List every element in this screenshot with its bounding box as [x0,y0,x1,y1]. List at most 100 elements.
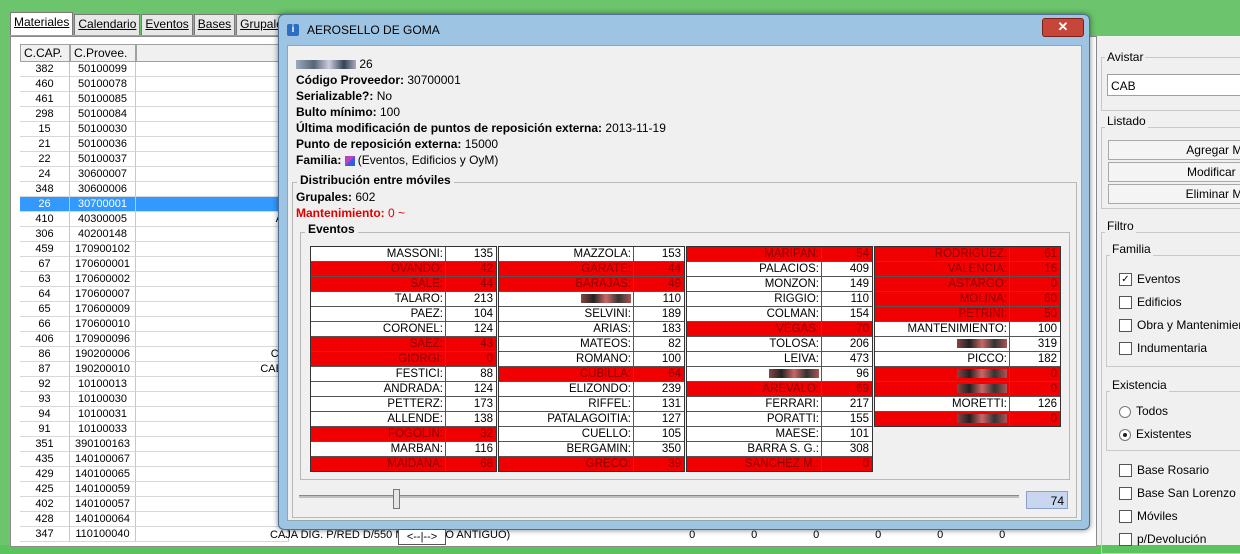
grid-header: C.CAP. C.Provee. [20,44,291,62]
table-row[interactable]: 460 50100078 [20,77,289,92]
cell-description [136,377,289,392]
familia-option-label: Edificios [1137,295,1182,309]
checkbox-icon[interactable]: ✓ [1119,273,1132,287]
modificar-button[interactable]: Modificar M [1108,162,1240,182]
table-row[interactable]: 459 170900102 [20,242,289,257]
movil-row: SALE: 44 [311,277,496,292]
column-header-cprovee[interactable]: C.Provee. [70,44,136,62]
table-row[interactable]: 382 50100099 [20,62,289,77]
base-option[interactable]: Móviles [1119,509,1178,524]
table-row[interactable]: 87 190200010 CABI [20,362,289,377]
tab-materiales[interactable]: Materiales [10,12,74,35]
table-row[interactable]: 94 10100031 [20,407,289,422]
familia-option[interactable]: Edificios [1119,295,1182,310]
tab-bases[interactable]: Bases [193,14,236,35]
table-row[interactable]: 26 30700001 [20,197,289,212]
base-option[interactable]: p/Devolución [1119,532,1206,547]
movil-value: 82 [668,338,681,350]
table-row[interactable]: 406 170900096 [20,332,289,347]
checkbox-icon[interactable] [1119,342,1132,356]
base-option[interactable]: Base San Lorenzo [1119,486,1236,501]
table-row[interactable]: 15 50100030 [20,122,289,137]
checkbox-icon[interactable] [1119,487,1132,501]
movil-name: SELVINI: [499,307,634,321]
movil-name: MASSONI: [311,247,446,261]
table-row[interactable]: 92 10100013 [20,377,289,392]
table-row[interactable]: 347 110100040 [20,527,289,542]
table-row[interactable]: 429 140100065 [20,467,289,482]
table-row[interactable]: 65 170600009 [20,302,289,317]
table-row[interactable]: 21 50100036 [20,137,289,152]
zoom-slider-thumb[interactable] [393,489,400,509]
table-row[interactable]: 24 30600007 [20,167,289,182]
movil-row: ANDRADA: 124 [311,382,496,397]
column-header-desc[interactable] [136,44,291,62]
movil-value: 153 [661,248,681,260]
eliminar-button[interactable]: Eliminar Ma [1108,184,1240,204]
column-header-ccap[interactable]: C.CAP. [20,44,70,62]
close-button[interactable]: ✕ [1042,18,1084,37]
existencia-option[interactable]: Todos [1119,404,1168,418]
movil-value: 0 [1050,278,1057,290]
familia-option[interactable]: Obra y Mantenimier [1119,318,1240,333]
table-row[interactable]: 86190200006CA [20,347,289,362]
movil-name [875,412,1010,426]
checkbox-icon[interactable] [1119,533,1132,547]
movil-name: MAZZOLA: [499,247,634,261]
table-row[interactable]: 425 140100059 [20,482,289,497]
table-row[interactable]: 402140100057C [20,497,289,512]
table-row[interactable]: 66 170600010 [20,317,289,332]
movil-name: BARRA S. G.: [687,442,822,456]
familia-option[interactable]: Indumentaria [1119,341,1207,356]
avistar-input[interactable]: CAB [1107,74,1240,96]
tab-calendario[interactable]: Calendario [74,14,141,35]
table-row[interactable]: 63 170600002 [20,272,289,287]
cell-description: AI [136,212,289,227]
table-row[interactable]: 461 50100085 [20,92,289,107]
cell-ccap: 22 [20,152,70,167]
table-row[interactable]: 348 30600006 [20,182,289,197]
table-row[interactable]: 428 140100064 [20,512,289,527]
movil-name: CUELLO: [499,427,634,441]
zoom-slider-track[interactable] [299,495,1019,498]
checkbox-icon[interactable] [1119,296,1132,310]
checkbox-icon[interactable] [1119,510,1132,524]
table-row[interactable]: 41040300005AI [20,212,289,227]
movil-row: PAEZ: 104 [311,307,496,322]
grupales-line: Grupales: 602 [296,190,375,204]
movil-name: MANTENIMIENTO: [875,322,1010,336]
table-row[interactable]: 306 40200148 [20,227,289,242]
radio-icon[interactable] [1119,405,1131,418]
main-tabs: Materiales Calendario Eventos Bases Grup… [10,12,294,36]
checkbox-icon[interactable] [1119,464,1132,478]
table-row[interactable]: 93 10100030 [20,392,289,407]
cell-description [136,467,289,482]
cell-cprovee: 140100064 [70,512,136,527]
info-label: Código Proveedor: [296,73,405,87]
table-row[interactable]: 22 50100037 [20,152,289,167]
radio-icon[interactable] [1119,428,1131,441]
checkbox-icon[interactable] [1119,319,1132,333]
tab-eventos[interactable]: Eventos [141,14,193,35]
movil-name: FESTICI: [311,367,446,381]
cell-ccap: 425 [20,482,70,497]
table-row[interactable]: 64 170600007 [20,287,289,302]
zoom-value-field[interactable]: 74 [1026,491,1068,509]
info-line: Bulto mínimo: 100 [296,105,400,119]
existencia-option[interactable]: Existentes [1119,427,1191,441]
base-option[interactable]: Base Rosario [1119,463,1209,478]
cell-ccap: 93 [20,392,70,407]
table-row[interactable]: 67 170600001 [20,257,289,272]
table-row[interactable]: 351 390100163 [20,437,289,452]
table-row[interactable]: 91 10100033 [20,422,289,437]
table-row[interactable]: 298 50100084 [20,107,289,122]
agregar-button[interactable]: Agregar Ma [1108,140,1240,160]
familia-option[interactable]: ✓ Eventos [1119,272,1180,287]
table-row[interactable]: 435 140100067 [20,452,289,467]
cell-description [136,257,289,272]
movil-name [499,292,634,306]
dialog-title: AEROSELLO DE GOMA [307,23,440,37]
cell-cprovee: 10100013 [70,377,136,392]
cell-cprovee: 140100065 [70,467,136,482]
cell-cprovee: 50100085 [70,92,136,107]
